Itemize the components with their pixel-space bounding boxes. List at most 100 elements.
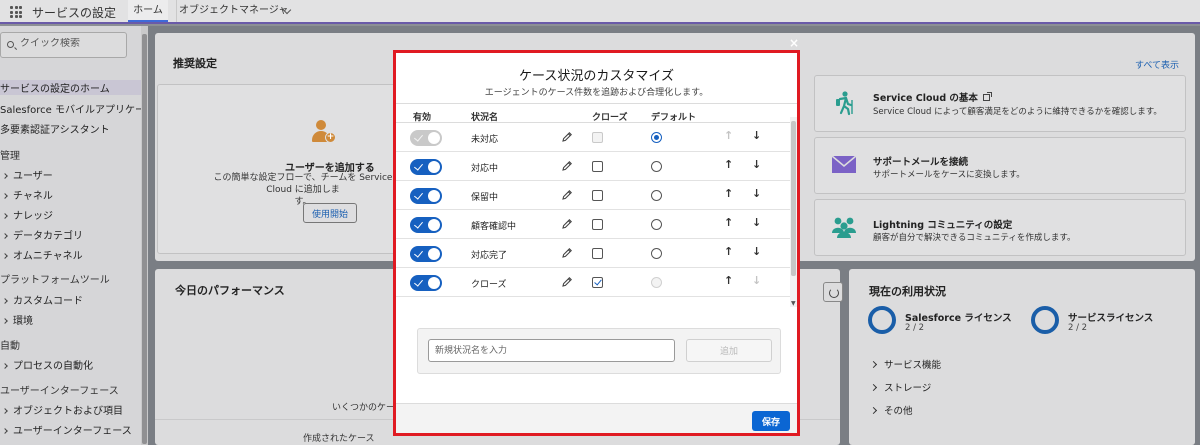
closed-checkbox[interactable] xyxy=(592,248,603,259)
arrow-up-icon[interactable]: ↑ xyxy=(724,158,733,171)
arrow-down-icon[interactable]: ↓ xyxy=(752,129,761,142)
modal-table-scrollbar[interactable]: ▼ xyxy=(790,117,797,307)
arrow-up-icon[interactable]: ↑ xyxy=(724,245,733,258)
chevron-right-icon xyxy=(2,298,8,304)
see-all-link[interactable]: すべて表示 xyxy=(1135,58,1179,71)
sidebar-item-omni-channel[interactable]: オムニチャネル xyxy=(0,247,141,262)
accordion-other[interactable]: その他 xyxy=(869,403,913,417)
external-link-icon xyxy=(982,92,992,101)
sidebar-item-process-automation[interactable]: プロセスの自動化 xyxy=(0,357,141,372)
default-radio[interactable] xyxy=(651,132,662,143)
quick-find[interactable] xyxy=(0,32,127,58)
service-cloud-basics-title[interactable]: Service Cloud の基本 xyxy=(873,90,992,104)
sidebar-item-label: プロセスの自動化 xyxy=(13,361,93,372)
sidebar-item-label: ナレッジ xyxy=(13,211,53,222)
pencil-icon[interactable] xyxy=(561,189,573,201)
salesforce-license-ring xyxy=(868,306,896,334)
support-email-title[interactable]: サポートメールを接続 xyxy=(873,154,968,168)
sidebar-scrollbar[interactable] xyxy=(141,26,148,445)
arrow-up-icon[interactable]: ↑ xyxy=(724,187,733,200)
closed-checkbox[interactable] xyxy=(592,161,603,172)
add-user-icon: + xyxy=(312,120,336,144)
chevron-right-icon xyxy=(2,233,8,239)
status-row: 顧客確認中 ↑ ↓ xyxy=(396,210,790,239)
closed-checkbox[interactable] xyxy=(592,190,603,201)
sidebar-item-knowledge[interactable]: ナレッジ xyxy=(0,207,141,222)
chevron-right-icon xyxy=(2,253,8,259)
default-radio[interactable] xyxy=(651,219,662,230)
status-row: 対応完了 ↑ ↓ xyxy=(396,239,790,268)
arrow-down-icon[interactable]: ↓ xyxy=(752,158,761,171)
salesforce-license-name[interactable]: Salesforce ライセンス xyxy=(905,310,1012,324)
sidebar-item-service-setup-home[interactable]: サービスの設定のホーム xyxy=(0,80,141,95)
pencil-icon[interactable] xyxy=(561,247,573,259)
active-toggle[interactable] xyxy=(410,217,442,233)
status-name: 対応完了 xyxy=(471,251,508,261)
sidebar-item-channels[interactable]: チャネル xyxy=(0,187,141,202)
active-toggle[interactable] xyxy=(410,188,442,204)
active-toggle[interactable] xyxy=(410,275,442,291)
active-toggle[interactable] xyxy=(410,246,442,262)
quick-find-input[interactable] xyxy=(20,38,120,49)
divider xyxy=(396,103,797,104)
service-cloud-basics-tile[interactable] xyxy=(814,75,1186,132)
default-radio[interactable] xyxy=(651,161,662,172)
sidebar-scrollbar-thumb[interactable] xyxy=(142,34,147,444)
support-email-tile[interactable] xyxy=(814,137,1186,194)
status-name: 顧客確認中 xyxy=(471,222,517,232)
save-button[interactable]: 保存 xyxy=(752,411,790,431)
sidebar-section-automation: 自動 xyxy=(0,341,20,352)
accordion-service-features[interactable]: サービス機能 xyxy=(869,357,941,371)
arrow-down-icon[interactable]: ↓ xyxy=(752,245,761,258)
arrow-up-icon[interactable]: ↑ xyxy=(724,274,733,287)
status-name: 未対応 xyxy=(471,135,499,145)
sidebar-item-objects-and-fields[interactable]: オブジェクトおよび項目 xyxy=(0,402,141,417)
sidebar-item-user-interface[interactable]: ユーザーインターフェース xyxy=(0,422,141,437)
pencil-icon[interactable] xyxy=(561,131,573,143)
sidebar-item-users[interactable]: ユーザー xyxy=(0,167,141,182)
add-status-panel: 追加 xyxy=(417,328,781,374)
refresh-icon[interactable] xyxy=(823,282,843,302)
add-user-description-line1: この簡単な設定フローで、チームを Service Cloud に追加しま xyxy=(213,173,393,195)
scroll-down-icon[interactable]: ▼ xyxy=(791,300,796,307)
status-row: クローズ ↑ ↓ xyxy=(396,268,790,297)
sidebar-item-environments[interactable]: 環境 xyxy=(0,312,141,327)
sidebar-item-label: ユーザーインターフェース xyxy=(13,426,132,437)
modal-title: ケース状況のカスタマイズ xyxy=(519,69,674,84)
sidebar-section-user-interface: ユーザーインターフェース xyxy=(0,386,119,397)
tab-object-manager[interactable]: オブジェクトマネージャー xyxy=(176,0,298,38)
arrow-down-icon[interactable]: ↓ xyxy=(752,216,761,229)
tab-home[interactable]: ホーム xyxy=(128,0,168,22)
pencil-icon[interactable] xyxy=(561,160,573,172)
chevron-right-icon xyxy=(2,193,8,199)
closed-checkbox[interactable] xyxy=(592,277,603,288)
status-name: 対応中 xyxy=(471,164,499,174)
arrow-up-icon[interactable]: ↑ xyxy=(724,216,733,229)
service-license-name[interactable]: サービスライセンス xyxy=(1068,310,1153,324)
closed-checkbox[interactable] xyxy=(592,219,603,230)
default-radio[interactable] xyxy=(651,190,662,201)
pencil-icon[interactable] xyxy=(561,218,573,230)
arrow-down-icon[interactable]: ↓ xyxy=(752,187,761,200)
status-row: 未対応 ↑ ↓ xyxy=(396,123,790,152)
community-setup-title[interactable]: Lightning コミュニティの設定 xyxy=(873,217,1012,231)
arrow-down-icon: ↓ xyxy=(752,274,762,287)
new-status-input[interactable] xyxy=(428,339,675,362)
customize-case-status-modal: ケース状況のカスタマイズ エージェントのケース件数を追跡および合理化します。 有… xyxy=(393,50,800,436)
default-radio[interactable] xyxy=(651,248,662,259)
pencil-icon[interactable] xyxy=(561,276,573,288)
close-icon[interactable]: × xyxy=(789,36,799,50)
active-toggle[interactable] xyxy=(410,159,442,175)
sidebar-item-label: オムニチャネル xyxy=(13,251,83,262)
sidebar-item-data-categories[interactable]: データカテゴリ xyxy=(0,227,141,242)
modal-scrollbar-thumb[interactable] xyxy=(791,121,796,276)
accordion-storage[interactable]: ストレージ xyxy=(869,380,931,394)
recommended-title: 推奨設定 xyxy=(173,57,217,70)
sidebar-item-mfa-assistant[interactable]: 多要素認証アシスタント xyxy=(0,121,141,136)
app-launcher-icon[interactable] xyxy=(10,6,22,18)
modal-footer: 保存 xyxy=(396,403,797,433)
sidebar-item-custom-code[interactable]: カスタムコード xyxy=(0,292,141,307)
get-started-button[interactable]: 使用開始 xyxy=(303,203,357,223)
add-button[interactable]: 追加 xyxy=(686,339,772,362)
sidebar-item-salesforce-mobile[interactable]: Salesforce モバイルアプリケーション xyxy=(0,101,141,116)
